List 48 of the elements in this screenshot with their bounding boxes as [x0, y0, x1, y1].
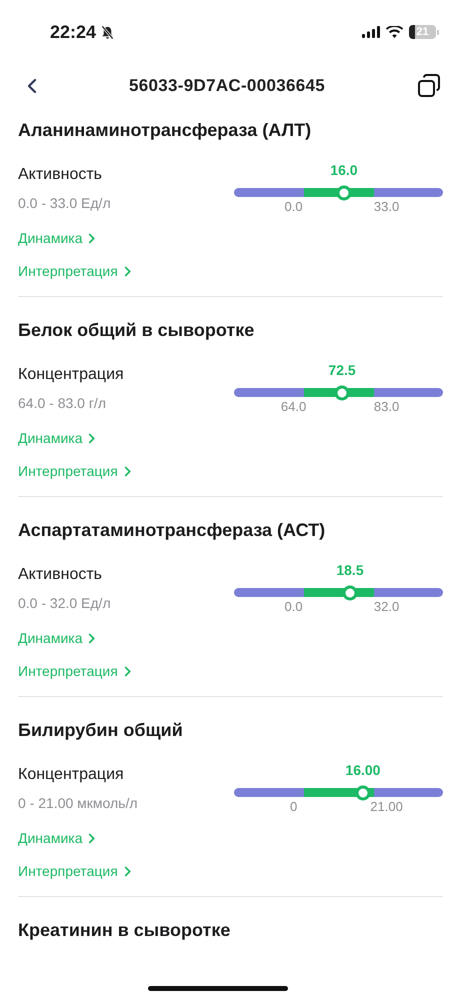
lower-limit: 0.0 [284, 199, 303, 214]
test-title: Креатинин в сыворотке [18, 919, 232, 942]
muted-bell-icon [100, 24, 116, 40]
reference-range: 0 - 21.00 мкмоль/л [18, 794, 138, 813]
signal-icon [362, 26, 380, 38]
section-link[interactable]: Интерпретация [18, 660, 131, 682]
upper-limit: 21.00 [370, 799, 403, 814]
section-link[interactable]: Динамика [18, 827, 96, 849]
test-title: Аланинаминотрансфераза (АЛТ) [18, 119, 312, 142]
chevron-icon [124, 466, 131, 476]
chevron-icon [88, 632, 96, 644]
chevron-icon [124, 666, 131, 676]
section-link[interactable]: Интерпретация [18, 460, 131, 482]
parameter-name: Концентрация [18, 765, 125, 785]
result-value: 16.0 [330, 162, 358, 178]
copy-icon[interactable] [416, 74, 441, 98]
result-value: 18.5 [336, 562, 364, 578]
reference-range: 0.0 - 32.0 Ед/л [18, 594, 111, 613]
lower-limit: 64.0 [280, 399, 306, 414]
section-link[interactable]: Динамика [18, 227, 96, 249]
test-title: Билирубин общий [18, 719, 184, 742]
parameter-name: Концентрация [18, 365, 124, 385]
chevron-icon [88, 232, 96, 244]
upper-limit: 33.0 [374, 199, 400, 214]
chevron-icon [88, 432, 96, 444]
parameter-name: Активность [18, 165, 104, 185]
chevron-icon [124, 866, 131, 876]
reference-range: 64.0 - 83.0 г/л [18, 394, 107, 413]
upper-limit: 83.0 [374, 399, 400, 414]
status-time: 22:24 [50, 22, 96, 42]
section-link[interactable]: Динамика [18, 627, 96, 649]
section-link[interactable]: Интерпретация [18, 260, 131, 282]
wifi-icon [386, 26, 403, 38]
test-title: Аспартатаминотрансфераза (АСТ) [18, 519, 326, 542]
reference-range: 0.0 - 33.0 Ед/л [18, 194, 111, 213]
chevron-icon [88, 832, 96, 844]
result-value: 16.00 [345, 762, 380, 778]
section-link[interactable]: Интерпретация [18, 860, 131, 882]
parameter-name: Активность [18, 565, 104, 585]
back-icon[interactable] [27, 78, 37, 94]
section-link[interactable]: Динамика [18, 427, 96, 449]
lower-limit: 0 [290, 799, 298, 814]
chevron-icon [124, 266, 131, 276]
page-title: 56033-9D7AC-00036645 [129, 76, 325, 96]
test-title: Белок общий в сыворотке [18, 319, 256, 342]
upper-limit: 32.0 [374, 599, 400, 614]
result-value: 72.5 [328, 362, 356, 378]
lower-limit: 0.0 [284, 599, 303, 614]
